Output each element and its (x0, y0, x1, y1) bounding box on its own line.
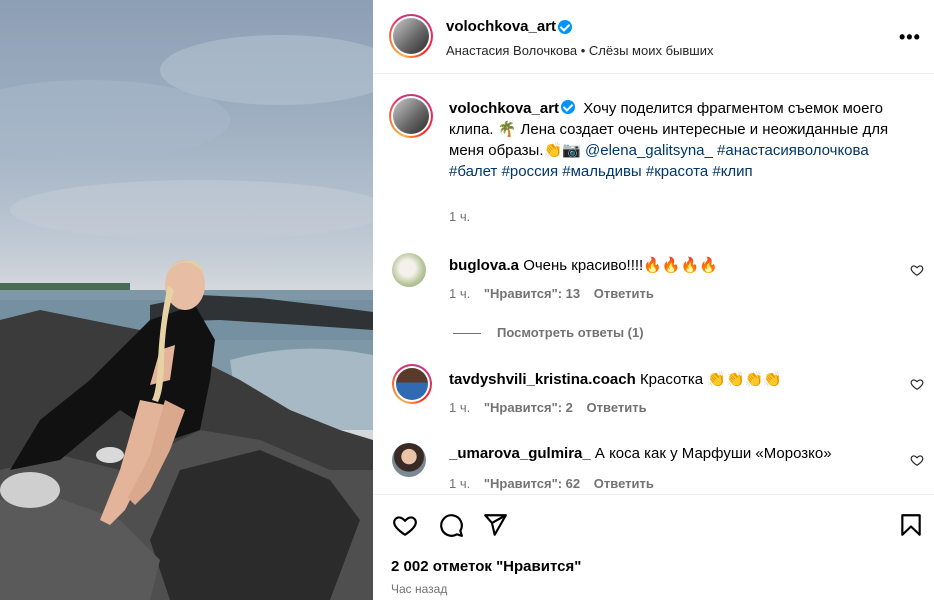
post-caption: volochkova_art Хочу поделится фрагментом… (449, 98, 909, 182)
verified-icon (561, 100, 576, 114)
post-header: volochkova_art Анастасия Волочкова • Слё… (373, 0, 934, 74)
author-username[interactable]: volochkova_art (446, 18, 556, 35)
like-comment-heart-icon[interactable] (910, 263, 924, 277)
comment-username[interactable]: buglova.a (449, 257, 519, 274)
comment-avatar[interactable] (392, 253, 426, 287)
save-bookmark-icon[interactable] (898, 512, 924, 538)
like-comment-heart-icon[interactable] (910, 377, 924, 391)
comment-meta: 1 ч. "Нравится": 13 Ответить (449, 286, 654, 301)
footer-divider (373, 494, 934, 495)
reply-button[interactable]: Ответить (594, 476, 654, 491)
caption-avatar[interactable] (389, 94, 433, 138)
comment-avatar[interactable] (392, 364, 432, 404)
comment-body: buglova.a Очень красиво!!!!🔥🔥🔥🔥 (449, 256, 718, 274)
more-options-icon[interactable]: ••• (899, 28, 921, 46)
like-comment-heart-icon[interactable] (910, 453, 924, 467)
post-time: Час назад (391, 582, 448, 596)
comment-text: Очень красиво!!!!🔥🔥🔥🔥 (523, 257, 718, 274)
author-avatar[interactable] (389, 14, 433, 58)
comment-likes[interactable]: "Нравится": 13 (484, 286, 580, 301)
comment-likes[interactable]: "Нравится": 2 (484, 400, 573, 415)
replies-divider (453, 333, 481, 335)
comment-body: _umarova_gulmira_ А коса как у Марфуши «… (449, 445, 832, 462)
reply-button[interactable]: Ответить (594, 286, 654, 301)
photo-scene (0, 35, 373, 600)
post-details-panel: volochkova_art Анастасия Волочкова • Слё… (373, 0, 934, 600)
caption-time: 1 ч. (449, 209, 471, 224)
share-icon[interactable] (482, 512, 508, 538)
comment-icon[interactable] (438, 512, 464, 538)
comment-avatar[interactable] (392, 443, 426, 477)
caption-mention[interactable]: @elena_galitsyna_ (585, 142, 713, 159)
view-replies-label: Посмотреть ответы (1) (497, 325, 644, 340)
comment-time: 1 ч. (449, 476, 471, 491)
comment-body: tavdyshvili_kristina.coach Красотка 👏👏👏👏 (449, 370, 782, 388)
likes-count[interactable]: 2 002 отметок "Нравится" (391, 558, 581, 575)
comment-username[interactable]: tavdyshvili_kristina.coach (449, 371, 636, 388)
view-replies-button[interactable]: Посмотреть ответы (1) (453, 325, 644, 340)
comment-likes[interactable]: "Нравится": 62 (484, 476, 580, 491)
comment-meta: 1 ч. "Нравится": 2 Ответить (449, 400, 647, 415)
comment-text: А коса как у Марфуши «Морозко» (594, 445, 832, 462)
author-subtitle[interactable]: Анастасия Волочкова • Слёзы моих бывших (446, 43, 713, 58)
verified-icon (558, 20, 572, 34)
comment-time: 1 ч. (449, 286, 471, 301)
comment-meta: 1 ч. "Нравится": 62 Ответить (449, 476, 654, 491)
like-heart-icon[interactable] (392, 512, 418, 538)
caption-username[interactable]: volochkova_art (449, 100, 559, 117)
comment-text: Красотка 👏👏👏👏 (639, 371, 783, 388)
reply-button[interactable]: Ответить (587, 400, 647, 415)
comment-username[interactable]: _umarova_gulmira_ (449, 445, 591, 462)
post-photo[interactable] (0, 0, 373, 600)
comment-time: 1 ч. (449, 400, 471, 415)
